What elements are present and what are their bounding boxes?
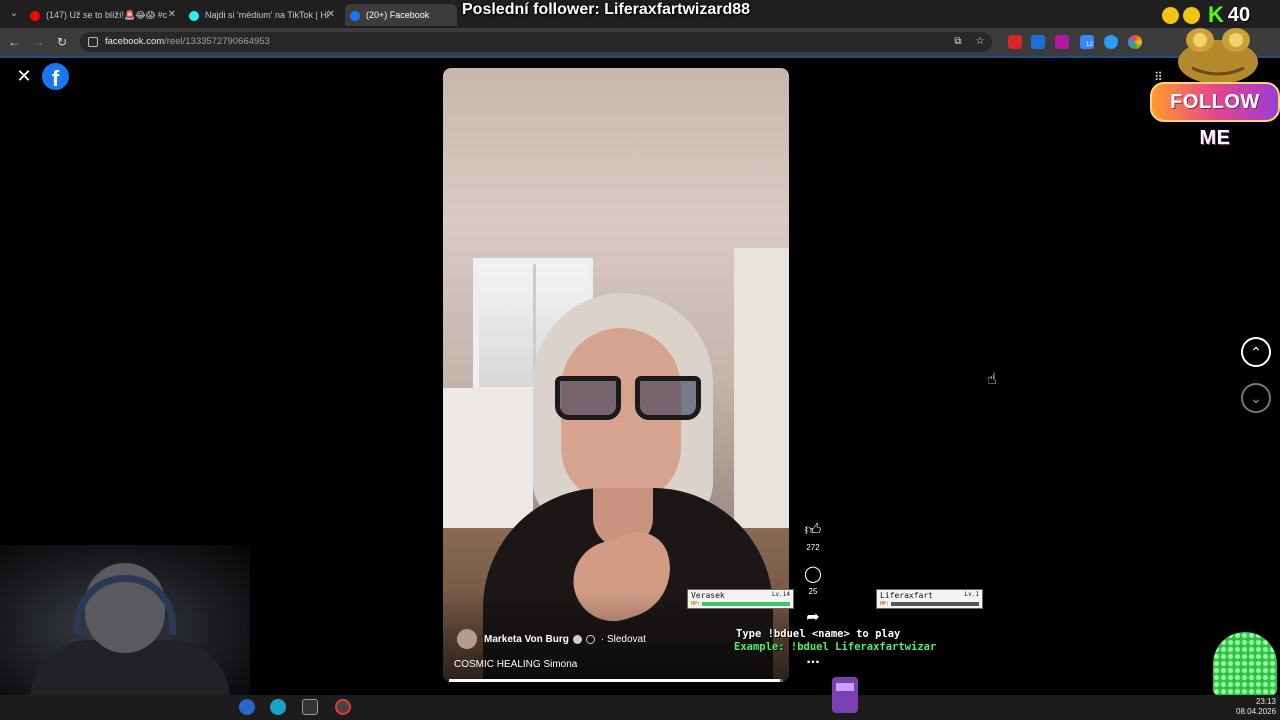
bookmark-star-icon[interactable]: ☆ [974, 36, 986, 48]
duel-player1-hp-fill [702, 602, 790, 606]
tab-youtube[interactable]: (147) Už se to blíží!🚨😂😱 #c ✕ [30, 4, 180, 26]
tab-search-chevron-icon[interactable]: ⌄ [6, 6, 22, 22]
duel-player2-name: Liferaxfart [880, 591, 933, 600]
follow-link[interactable]: · Sledovat [601, 634, 646, 645]
chevron-down-icon: ⌄ [1250, 390, 1262, 406]
pixel-sprite-icon [832, 677, 858, 713]
duel-player2-box: Liferaxfart Lv.1 HP: [876, 589, 983, 609]
chevron-up-icon: ⌃ [1250, 344, 1262, 360]
author-avatar[interactable] [457, 629, 477, 649]
close-icon[interactable]: ✕ [327, 4, 335, 26]
extension-icon[interactable] [1055, 35, 1069, 49]
url-text: facebook.com/reel/1333572790664953 [105, 36, 270, 47]
extension-icon[interactable] [1031, 35, 1045, 49]
comment-button[interactable]: ◯ 25 [800, 566, 826, 596]
hand-cursor-icon: ☝︎ [987, 371, 997, 388]
url-path: /reel/1333572790664953 [164, 36, 270, 47]
url-host: facebook.com [105, 36, 165, 47]
video-scene-cabinet [734, 248, 789, 548]
globe-icon [585, 634, 595, 644]
clock-time: 23:13 [1255, 697, 1276, 706]
clock-date: 08.04.2026 [1236, 707, 1277, 716]
taskbar [0, 695, 1280, 720]
tab-facebook[interactable]: (20+) Facebook [345, 4, 457, 26]
like-count: 272 [806, 543, 820, 552]
duel-player2-hp-label: HP: [880, 601, 890, 607]
share-arrow-icon: ➦ [806, 609, 820, 626]
screen: ⌄ (147) Už se to blíží!🚨😂😱 #c ✕ Najdi si… [0, 0, 1280, 720]
extension-icon[interactable] [1128, 35, 1142, 49]
extension-badge: 12 [1086, 42, 1093, 48]
previous-reel-button[interactable]: ⌃ [1241, 337, 1271, 367]
share-button[interactable]: ➦ [800, 609, 826, 627]
emoji-face-icon [1183, 6, 1200, 24]
reel-progress-fill [449, 679, 780, 682]
kick-count: 40 [1227, 3, 1251, 26]
address-bar[interactable]: facebook.com/reel/1333572790664953 ⧉ ☆ [80, 32, 992, 52]
tab-tiktok-title: Najdi si 'médium' na TikTok | Hl [205, 10, 329, 20]
reload-icon[interactable]: ↻ [54, 34, 70, 50]
duel-player1-box: Verasek Lv.14 HP: [687, 589, 794, 609]
video-person-glasses [555, 376, 705, 420]
verified-badge-icon [572, 634, 582, 644]
duel-instruction: Type !bduel <name> to play [736, 628, 901, 640]
kick-logo-icon: K [1208, 2, 1224, 27]
duel-player1-hp-label: HP: [691, 601, 701, 607]
facebook-icon [350, 10, 360, 21]
author-name[interactable]: Marketa Von Burg [484, 634, 569, 645]
extension-icon[interactable] [1008, 35, 1022, 49]
taskbar-app-icon[interactable] [239, 699, 255, 715]
capcut-icon[interactable] [302, 699, 318, 715]
duel-player1-hp-bar [702, 602, 790, 606]
chrome-icon[interactable] [335, 699, 351, 715]
site-info-icon[interactable] [88, 37, 98, 47]
like-button[interactable]: 👍︎ 272 [800, 522, 826, 552]
install-app-icon[interactable]: ⧉ [952, 36, 964, 48]
thumbs-up-icon: 👍︎ [804, 522, 822, 539]
taskbar-clock[interactable]: 23:13 08.04.2026 [1236, 697, 1276, 717]
comment-bubble-icon: ◯ [804, 566, 822, 583]
page-top-border [0, 56, 1280, 58]
last-follower-overlay: Poslední follower: Liferaxfartwizard88 [462, 1, 751, 18]
emoji-face-icon [1162, 6, 1179, 24]
extension-icon[interactable] [1104, 35, 1118, 49]
comment-count: 25 [808, 587, 818, 596]
tab-tiktok[interactable]: Najdi si 'médium' na TikTok | Hl ✕ [189, 4, 339, 26]
hypnotoad-icon [1178, 28, 1258, 84]
duel-example: Example: !bduel Liferaxfartwizar [734, 641, 937, 653]
back-arrow-icon[interactable]: ← [6, 34, 22, 50]
duel-player1-name: Verasek [691, 591, 725, 600]
follow-me-banner: FOLLOW ME [1150, 82, 1280, 149]
duel-player2-level: Lv.1 [964, 591, 979, 598]
duel-player1-level: Lv.14 [771, 591, 790, 598]
reel-caption: COSMIC HEALING Simona [454, 659, 578, 670]
close-icon[interactable]: ✕ [168, 4, 176, 26]
extension-icon[interactable]: 12 [1080, 35, 1094, 49]
facebook-logo-icon[interactable]: f [42, 63, 69, 90]
next-reel-button[interactable]: ⌄ [1241, 383, 1271, 413]
youtube-icon [30, 10, 40, 21]
tab-youtube-title: (147) Už se to blíží!🚨😂😱 #c [46, 10, 168, 20]
reel-progress-bar[interactable] [449, 679, 783, 682]
christmas-tree-icon [1213, 632, 1277, 696]
video-scene-cabinet [443, 388, 533, 538]
duel-player2-hp-bar [891, 602, 979, 606]
forward-arrow-icon[interactable]: → [30, 34, 46, 50]
follow-me-text: FOLLOW ME [1170, 91, 1260, 149]
streamer-webcam [0, 545, 250, 700]
reel-author: Marketa Von Burg · Sledovat [457, 628, 646, 650]
kick-follower-counter: K 40 [1162, 2, 1251, 27]
edge-browser-icon[interactable] [270, 699, 286, 715]
close-reel-icon[interactable]: ✕ [14, 66, 34, 86]
glasses-lens [555, 376, 621, 420]
tab-facebook-title: (20+) Facebook [366, 10, 430, 20]
tiktok-icon [189, 10, 199, 21]
glasses-lens [635, 376, 701, 420]
